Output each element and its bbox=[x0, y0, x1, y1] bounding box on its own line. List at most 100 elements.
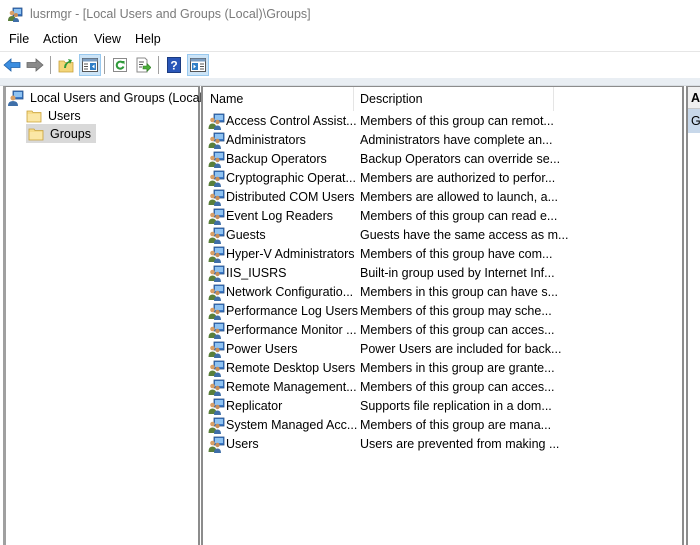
group-description: Members of this group can remot... bbox=[360, 114, 554, 128]
group-icon bbox=[208, 208, 225, 225]
group-description: Members of this group can acces... bbox=[360, 380, 555, 394]
group-row[interactable]: Hyper-V Administrators Members of this g… bbox=[208, 245, 678, 264]
group-icon bbox=[208, 170, 225, 187]
group-name: Hyper-V Administrators bbox=[226, 247, 355, 261]
tree-item-users-label: Users bbox=[48, 108, 81, 123]
refresh-button[interactable] bbox=[109, 54, 131, 76]
group-icon bbox=[208, 113, 225, 130]
group-icon bbox=[208, 303, 225, 320]
column-header-description[interactable]: Description bbox=[360, 92, 423, 106]
console-tree-icon bbox=[82, 58, 98, 72]
group-icon bbox=[208, 189, 225, 206]
menu-action[interactable]: Action bbox=[43, 32, 78, 46]
group-description: Members are authorized to perfor... bbox=[360, 171, 556, 185]
list-column-header: Name Description bbox=[203, 87, 682, 111]
help-icon: ? bbox=[167, 57, 181, 73]
group-description: Power Users are included for back... bbox=[360, 342, 562, 356]
group-icon bbox=[208, 360, 225, 377]
group-name: Distributed COM Users bbox=[226, 190, 355, 204]
group-name: Remote Management... bbox=[226, 380, 357, 394]
group-description: Members in this group can have s... bbox=[360, 285, 559, 299]
group-name: Network Configuratio... bbox=[226, 285, 354, 299]
back-button[interactable] bbox=[1, 54, 23, 76]
group-row[interactable]: Remote Management... Members of this gro… bbox=[208, 378, 678, 397]
group-row[interactable]: Performance Monitor ... Members of this … bbox=[208, 321, 678, 340]
group-name: Remote Desktop Users bbox=[226, 361, 356, 375]
group-icon bbox=[208, 227, 225, 244]
up-folder-icon bbox=[58, 59, 74, 73]
menu-view[interactable]: View bbox=[94, 32, 121, 46]
group-icon bbox=[208, 151, 225, 168]
group-name: Administrators bbox=[226, 133, 306, 147]
tree-root-item[interactable]: Local Users and Groups (Local) bbox=[8, 88, 209, 107]
group-row[interactable]: IIS_IUSRS Built-in group used by Interne… bbox=[208, 264, 678, 283]
group-row[interactable]: Remote Desktop Users Members in this gro… bbox=[208, 359, 678, 378]
group-row[interactable]: Power Users Power Users are included for… bbox=[208, 340, 678, 359]
group-name: Backup Operators bbox=[226, 152, 327, 166]
window-title: lusrmgr - [Local Users and Groups (Local… bbox=[30, 7, 311, 21]
group-name: Access Control Assist... bbox=[226, 114, 357, 128]
group-row[interactable]: Performance Log Users Members of this gr… bbox=[208, 302, 678, 321]
group-icon bbox=[208, 379, 225, 396]
group-name: System Managed Acc... bbox=[226, 418, 358, 432]
actions-pane-selected-item[interactable]: G bbox=[688, 109, 700, 133]
column-header-name[interactable]: Name bbox=[210, 92, 243, 106]
group-name: Users bbox=[226, 437, 259, 451]
show-hide-console-tree-button[interactable] bbox=[79, 54, 101, 76]
help-button[interactable]: ? bbox=[163, 54, 185, 76]
users-groups-icon bbox=[8, 7, 23, 22]
forward-button[interactable] bbox=[24, 54, 46, 76]
tree-item-users[interactable]: Users bbox=[26, 106, 84, 125]
actions-pane: A G bbox=[686, 86, 700, 545]
group-description: Members of this group can acces... bbox=[360, 323, 555, 337]
toolbar-separator bbox=[158, 56, 159, 74]
group-icon bbox=[208, 436, 225, 453]
group-icon bbox=[208, 246, 225, 263]
group-name: Performance Log Users bbox=[226, 304, 359, 318]
export-list-button[interactable] bbox=[132, 54, 154, 76]
group-name: IIS_IUSRS bbox=[226, 266, 287, 280]
tree-item-groups[interactable]: Groups bbox=[26, 124, 96, 143]
menu-file[interactable]: File bbox=[9, 32, 29, 46]
group-row[interactable]: Network Configuratio... Members in this … bbox=[208, 283, 678, 302]
group-row[interactable]: System Managed Acc... Members of this gr… bbox=[208, 416, 678, 435]
group-name: Performance Monitor ... bbox=[226, 323, 357, 337]
group-row[interactable]: Event Log Readers Members of this group … bbox=[208, 207, 678, 226]
group-description: Users are prevented from making ... bbox=[360, 437, 560, 451]
group-icon bbox=[208, 341, 225, 358]
group-row[interactable]: Guests Guests have the same access as m.… bbox=[208, 226, 678, 245]
group-row[interactable]: Cryptographic Operat... Members are auth… bbox=[208, 169, 678, 188]
group-name: Cryptographic Operat... bbox=[226, 171, 356, 185]
group-row[interactable]: Backup Operators Backup Operators can ov… bbox=[208, 150, 678, 169]
group-name: Event Log Readers bbox=[226, 209, 334, 223]
folder-icon bbox=[26, 110, 42, 122]
group-icon bbox=[208, 132, 225, 149]
title-bar: lusrmgr - [Local Users and Groups (Local… bbox=[0, 0, 700, 30]
group-icon bbox=[208, 265, 225, 282]
group-name: Guests bbox=[226, 228, 266, 242]
group-row[interactable]: Users Users are prevented from making ..… bbox=[208, 435, 678, 454]
group-row[interactable]: Access Control Assist... Members of this… bbox=[208, 112, 678, 131]
action-pane-icon bbox=[190, 58, 206, 72]
refresh-icon bbox=[113, 58, 127, 72]
group-name: Replicator bbox=[226, 399, 283, 413]
group-description: Built-in group used by Internet Inf... bbox=[360, 266, 555, 280]
group-icon bbox=[208, 322, 225, 339]
menu-help[interactable]: Help bbox=[135, 32, 161, 46]
group-row[interactable]: Administrators Administrators have compl… bbox=[208, 131, 678, 150]
actions-pane-header: A bbox=[688, 87, 700, 109]
up-one-level-button[interactable] bbox=[55, 54, 77, 76]
show-hide-action-pane-button[interactable] bbox=[187, 54, 209, 76]
column-divider[interactable] bbox=[353, 87, 354, 111]
group-description: Guests have the same access as m... bbox=[360, 228, 569, 242]
group-row[interactable]: Distributed COM Users Members are allowe… bbox=[208, 188, 678, 207]
group-description: Administrators have complete an... bbox=[360, 133, 553, 147]
group-icon bbox=[208, 398, 225, 415]
group-row[interactable]: Replicator Supports file replication in … bbox=[208, 397, 678, 416]
group-name: Power Users bbox=[226, 342, 298, 356]
group-description: Members of this group can read e... bbox=[360, 209, 558, 223]
groups-list-pane: Name Description Access Control Assist..… bbox=[201, 86, 684, 545]
forward-arrow-icon bbox=[26, 58, 44, 72]
folder-icon bbox=[28, 128, 44, 140]
column-divider[interactable] bbox=[553, 87, 554, 111]
